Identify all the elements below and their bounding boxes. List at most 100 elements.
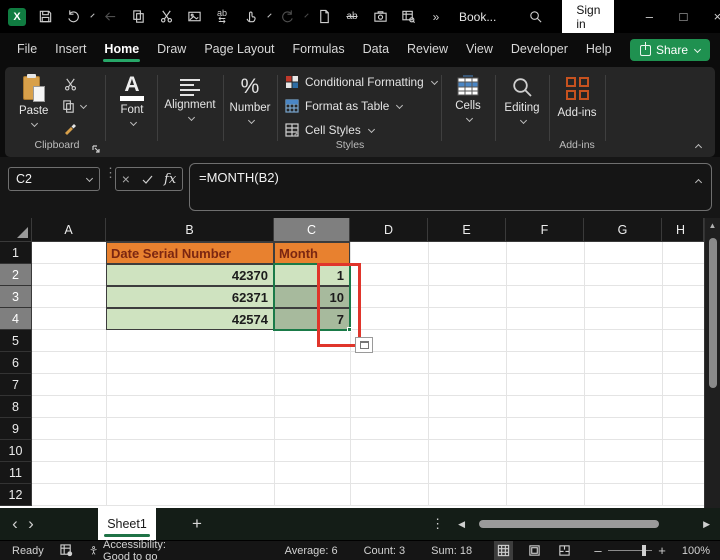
- row-header-11[interactable]: 11: [0, 462, 32, 484]
- format-painter-button[interactable]: [63, 121, 79, 137]
- zoom-percentage[interactable]: 100%: [682, 545, 710, 557]
- table-inspect-icon[interactable]: [397, 6, 419, 28]
- next-sheet-button[interactable]: ›: [16, 514, 46, 534]
- more-commands-icon[interactable]: »: [425, 6, 447, 28]
- macro-record-icon[interactable]: [60, 544, 73, 557]
- page-layout-view-button[interactable]: [525, 541, 544, 560]
- horizontal-scrollbar-thumb[interactable]: [479, 520, 659, 528]
- horizontal-scrollbar[interactable]: ◀ ▶: [458, 518, 710, 530]
- cut-button[interactable]: [63, 77, 78, 92]
- cell-b2[interactable]: 42370: [106, 264, 274, 286]
- column-header-d[interactable]: D: [350, 218, 428, 242]
- save-icon[interactable]: [34, 6, 56, 28]
- fill-handle[interactable]: [347, 327, 352, 332]
- minimize-button[interactable]: –: [632, 6, 666, 28]
- name-box[interactable]: C2: [8, 167, 100, 191]
- sheet-options-dots-icon[interactable]: ⋮: [431, 516, 444, 532]
- cell-b3[interactable]: 62371: [106, 286, 274, 308]
- tab-view[interactable]: View: [457, 34, 502, 66]
- zoom-slider[interactable]: [608, 550, 653, 551]
- formula-input[interactable]: =MONTH(B2): [189, 163, 712, 211]
- cell-c2-active[interactable]: 1: [274, 264, 350, 286]
- row-header-4[interactable]: 4: [0, 308, 32, 330]
- tab-page-layout[interactable]: Page Layout: [195, 34, 283, 66]
- row-header-2[interactable]: 2: [0, 264, 32, 286]
- cell-c3[interactable]: 10: [274, 286, 350, 308]
- collapse-ribbon-chevron-icon[interactable]: [695, 144, 702, 151]
- add-ins-button[interactable]: Add-ins: [553, 75, 601, 119]
- font-group-button[interactable]: A Font: [109, 75, 155, 125]
- select-all-corner[interactable]: [0, 218, 32, 242]
- name-box-chevron-icon[interactable]: [86, 174, 93, 181]
- cancel-formula-button[interactable]: ×: [122, 171, 130, 187]
- enter-formula-button[interactable]: [142, 174, 153, 185]
- insert-function-button[interactable]: fx: [164, 172, 176, 187]
- page-break-view-button[interactable]: [556, 541, 575, 560]
- vertical-scrollbar[interactable]: ▲: [704, 218, 720, 508]
- status-count[interactable]: Count: 3: [364, 545, 406, 557]
- tab-developer[interactable]: Developer: [502, 34, 577, 66]
- paste-button[interactable]: Paste: [19, 75, 48, 126]
- row-header-6[interactable]: 6: [0, 352, 32, 374]
- tab-file[interactable]: File: [8, 34, 46, 66]
- zoom-in-button[interactable]: +: [652, 543, 672, 558]
- quick-analysis-button[interactable]: [355, 337, 373, 353]
- tab-draw[interactable]: Draw: [148, 34, 195, 66]
- column-header-f[interactable]: F: [506, 218, 584, 242]
- format-as-table-button[interactable]: Format as Table: [285, 99, 402, 113]
- find-replace-icon[interactable]: ab⇆: [211, 6, 233, 28]
- column-header-c[interactable]: C: [274, 218, 350, 242]
- alignment-group-button[interactable]: Alignment: [159, 75, 221, 120]
- conditional-formatting-button[interactable]: Conditional Formatting: [285, 75, 437, 89]
- zoom-out-button[interactable]: –: [588, 543, 607, 558]
- cut-icon[interactable]: [155, 6, 177, 28]
- touch-mode-dropdown-chevron-icon[interactable]: [267, 13, 271, 17]
- expand-formula-bar-chevron-icon[interactable]: [695, 179, 702, 186]
- maximize-button[interactable]: □: [666, 6, 700, 28]
- scroll-right-arrow-icon[interactable]: ▶: [703, 519, 710, 530]
- sheet-tab-sheet1[interactable]: Sheet1: [98, 508, 156, 540]
- row-header-12[interactable]: 12: [0, 484, 32, 506]
- sign-in-button[interactable]: Sign in: [562, 0, 614, 34]
- column-header-h[interactable]: H: [662, 218, 704, 242]
- formula-bar-drag-handle[interactable]: ⋮: [104, 169, 112, 176]
- copy-icon[interactable]: [127, 6, 149, 28]
- search-icon[interactable]: [524, 6, 546, 28]
- row-header-8[interactable]: 8: [0, 396, 32, 418]
- column-header-a[interactable]: A: [32, 218, 106, 242]
- row-header-5[interactable]: 5: [0, 330, 32, 352]
- row-header-10[interactable]: 10: [0, 440, 32, 462]
- number-group-button[interactable]: % Number: [225, 75, 275, 123]
- strikethrough-icon[interactable]: ab: [341, 6, 363, 28]
- new-file-icon[interactable]: [313, 6, 335, 28]
- row-header-3[interactable]: 3: [0, 286, 32, 308]
- cell-c4[interactable]: 7: [274, 308, 350, 330]
- copy-button[interactable]: [61, 99, 86, 114]
- tab-formulas[interactable]: Formulas: [284, 34, 354, 66]
- zoom-slider-thumb[interactable]: [642, 545, 646, 556]
- touch-mode-icon[interactable]: [239, 6, 261, 28]
- cell-b1[interactable]: Date Serial Number: [106, 242, 274, 264]
- camera-icon[interactable]: [369, 6, 391, 28]
- excel-logo-icon[interactable]: X: [6, 6, 28, 28]
- share-button[interactable]: Share: [630, 39, 710, 61]
- status-sum[interactable]: Sum: 18: [431, 545, 472, 557]
- tab-help[interactable]: Help: [577, 34, 621, 66]
- scroll-up-arrow-icon[interactable]: ▲: [705, 218, 720, 230]
- status-average[interactable]: Average: 6: [285, 545, 338, 557]
- column-header-e[interactable]: E: [428, 218, 506, 242]
- cells-group-button[interactable]: Cells: [445, 75, 491, 121]
- paste-picture-icon[interactable]: [183, 6, 205, 28]
- row-header-1[interactable]: 1: [0, 242, 32, 264]
- tab-insert[interactable]: Insert: [46, 34, 95, 66]
- cell-styles-button[interactable]: Cell Styles: [285, 123, 374, 137]
- cell-c1[interactable]: Month: [274, 242, 350, 264]
- cell-b4[interactable]: 42574: [106, 308, 274, 330]
- row-header-7[interactable]: 7: [0, 374, 32, 396]
- column-header-g[interactable]: G: [584, 218, 662, 242]
- add-sheet-button[interactable]: +: [192, 514, 202, 534]
- tab-review[interactable]: Review: [398, 34, 457, 66]
- vertical-scrollbar-thumb[interactable]: [709, 238, 717, 388]
- editing-group-button[interactable]: Editing: [497, 75, 547, 123]
- normal-view-button[interactable]: [494, 541, 513, 560]
